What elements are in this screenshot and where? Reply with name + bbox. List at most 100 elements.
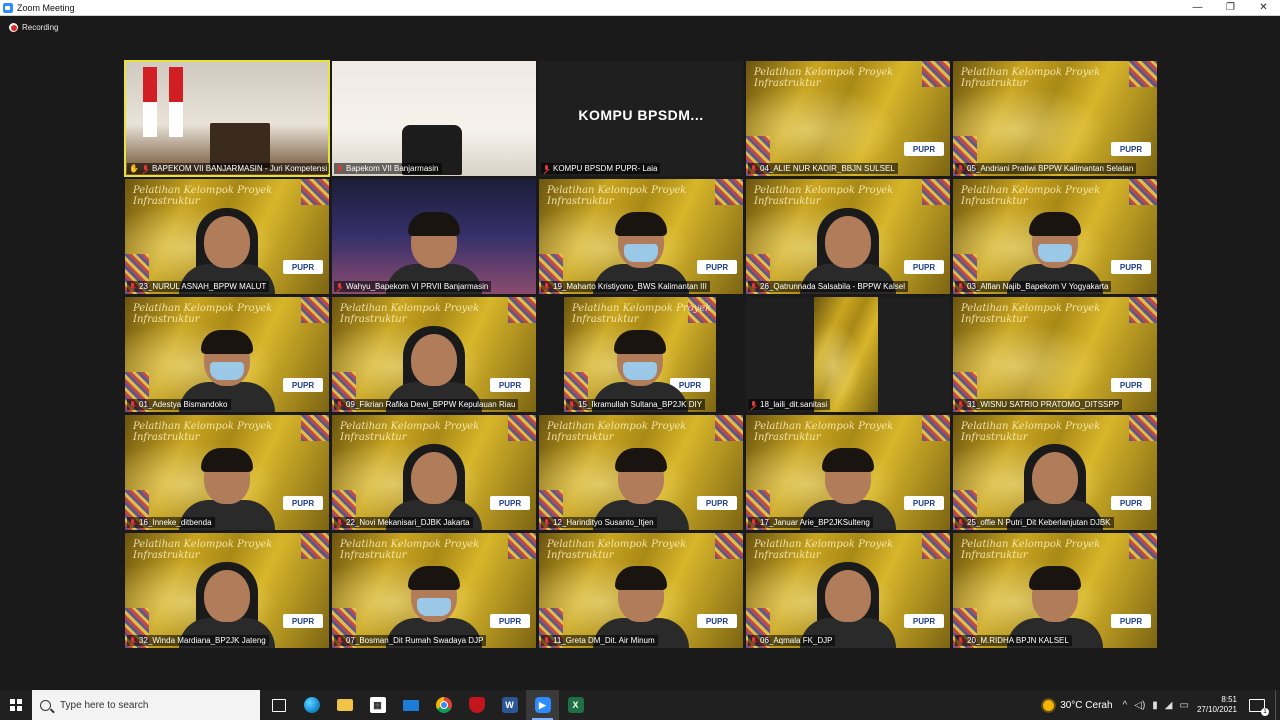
- participant-name-label: 26_Qatrunnada Salsabila - BPPW Kalsel: [748, 281, 908, 292]
- notification-icon[interactable]: 1: [1249, 698, 1269, 716]
- video-tile[interactable]: Pelatihan Kelompok Proyek Infrastruktur P…: [125, 415, 329, 530]
- video-tile[interactable]: Pelatihan Kelompok Proyek Infrastruktur P…: [125, 297, 329, 412]
- taskbar-antivirus[interactable]: [460, 690, 493, 720]
- hair: [1029, 212, 1081, 236]
- video-tile[interactable]: Pelatihan Kelompok Proyek Infrastruktur P…: [332, 415, 536, 530]
- participant-name-label: 15_Ikramullah Sultana_BP2JK DIY: [566, 399, 706, 410]
- slide-script-text: Pelatihan Kelompok Proyek Infrastruktur: [961, 539, 1101, 561]
- participant-name: 09_Fikrian Rafika Dewi_BPPW Kepulauan Ri…: [346, 400, 516, 409]
- taskbar-store[interactable]: ▦: [361, 690, 394, 720]
- clock[interactable]: 8:51 27/10/2021: [1197, 695, 1237, 715]
- flag: [143, 67, 157, 137]
- video-tile[interactable]: Wahyu_Bapekom VI PRVII Banjarmasin: [332, 179, 536, 294]
- participant-head: [408, 566, 460, 622]
- video-tile[interactable]: Pelatihan Kelompok Proyek Infrastruktur P…: [746, 179, 950, 294]
- pupr-logo: PUPR: [1111, 614, 1151, 628]
- video-tile[interactable]: Pelatihan Kelompok Proyek Infrastruktur P…: [746, 415, 950, 530]
- participant-head: [1024, 444, 1086, 516]
- start-button[interactable]: [0, 690, 32, 720]
- video-tile[interactable]: Pelatihan Kelompok Proyek Infrastruktur P…: [539, 533, 743, 648]
- tray-icons: ^ ◁) ▮ ◢ ▭: [1123, 700, 1189, 711]
- participant-name-label: 25_offie N Putri_Dit Keberlanjutan DJBK: [955, 517, 1114, 528]
- participant-name-label: ✋ BAPEKOM VII BANJARMASIN - Juri Kompeten…: [127, 163, 329, 174]
- chevron-up-icon[interactable]: ^: [1123, 700, 1128, 711]
- face-mask: [210, 362, 244, 380]
- participant-name: BAPEKOM VII BANJARMASIN - Juri Kompetens…: [151, 164, 328, 173]
- participant-name-label: 19_Maharto Kristiyono_BWS Kalimantan III: [541, 281, 710, 292]
- muted-microphone-icon: [750, 518, 757, 527]
- speaker-icon[interactable]: ◁): [1134, 700, 1145, 711]
- task-view-button[interactable]: [262, 690, 295, 720]
- video-tile[interactable]: Pelatihan Kelompok Proyek Infrastruktur P…: [125, 533, 329, 648]
- slide-script-text: Pelatihan Kelompok Proyek Infrastruktur: [572, 303, 712, 325]
- slide-script-text: Pelatihan Kelompok Proyek Infrastruktur: [547, 185, 687, 207]
- face-mask: [1038, 244, 1072, 262]
- show-desktop-button[interactable]: [1275, 690, 1280, 720]
- battery-icon[interactable]: ▭: [1180, 700, 1189, 711]
- video-tile[interactable]: Pelatihan Kelompok Proyek Infrastruktur P…: [953, 61, 1157, 176]
- video-tile[interactable]: Pelatihan Kelompok Proyek Infrastruktur P…: [953, 415, 1157, 530]
- folder-icon: [336, 699, 353, 711]
- video-tile[interactable]: Pelatihan Kelompok Proyek Infrastruktur P…: [539, 179, 743, 294]
- muted-microphone-icon: [750, 164, 757, 173]
- microphone-icon[interactable]: ▮: [1152, 700, 1158, 711]
- word-icon: W: [501, 697, 518, 713]
- taskbar-excel[interactable]: X: [559, 690, 592, 720]
- hair: [614, 330, 666, 354]
- pupr-logo: PUPR: [490, 614, 530, 628]
- participant-name: 23_NURUL ASNAH_BPPW MALUT: [139, 282, 267, 291]
- video-tile[interactable]: KOMPU BPSDM... KOMPU BPSDM PUPR- Laia: [539, 61, 743, 176]
- participant-name: Bapekom VII Banjarmasin: [346, 164, 439, 173]
- raised-hand-icon: ✋: [129, 164, 139, 173]
- participant-name: 11_Greta DM_Dit. Air Minum: [553, 636, 655, 645]
- taskbar-file-explorer[interactable]: [328, 690, 361, 720]
- clock-date: 27/10/2021: [1196, 705, 1237, 714]
- video-tile[interactable]: Pelatihan Kelompok Proyek Infrastruktur P…: [564, 297, 716, 412]
- participant-head: [201, 448, 253, 504]
- participant-name-label: 16_Inneke_ditbenda: [127, 517, 215, 528]
- weather-widget[interactable]: 30°C Cerah: [1043, 699, 1113, 711]
- muted-microphone-icon: [750, 636, 757, 645]
- slide-script-text: Pelatihan Kelompok Proyek Infrastruktur: [961, 303, 1101, 325]
- taskbar-search-box[interactable]: Type here to search: [32, 690, 260, 720]
- participant-head: [615, 448, 667, 504]
- video-tile[interactable]: Pelatihan Kelompok Proyek Infrastruktur P…: [746, 61, 950, 176]
- participant-name: 01_Adestya Bismandoko: [139, 400, 228, 409]
- network-icon[interactable]: ◢: [1165, 700, 1173, 711]
- video-tile[interactable]: Pelatihan Kelompok Proyek Infrastruktur P…: [332, 297, 536, 412]
- participant-name: 03_Alfian Najib_Bapekom V Yogyakarta: [967, 282, 1109, 291]
- shared-slide-thumbnail: [814, 297, 878, 412]
- participant-name: 20_M.RIDHA BPJN KALSEL: [967, 636, 1069, 645]
- participant-name: 26_Qatrunnada Salsabila - BPPW Kalsel: [760, 282, 905, 291]
- slide-script-text: Pelatihan Kelompok Proyek Infrastruktur: [133, 421, 273, 443]
- muted-microphone-icon: [336, 164, 343, 173]
- muted-microphone-icon: [129, 400, 136, 409]
- video-tile[interactable]: ✋ BAPEKOM VII BANJARMASIN - Juri Kompeten…: [124, 60, 330, 177]
- slide-script-text: Pelatihan Kelompok Proyek Infrastruktur: [961, 185, 1101, 207]
- taskbar-chrome[interactable]: [427, 690, 460, 720]
- slide-script-text: Pelatihan Kelompok Proyek Infrastruktur: [547, 421, 687, 443]
- participant-name: 18_laili_dit.sanitasi: [760, 400, 828, 409]
- video-tile[interactable]: Bapekom VII Banjarmasin: [332, 61, 536, 176]
- slide-script-text: Pelatihan Kelompok Proyek Infrastruktur: [754, 67, 894, 89]
- video-tile[interactable]: Pelatihan Kelompok Proyek Infrastruktur P…: [953, 297, 1157, 412]
- video-tile[interactable]: 18_laili_dit.sanitasi: [746, 297, 950, 412]
- participant-name-label: Wahyu_Bapekom VI PRVII Banjarmasin: [334, 281, 492, 292]
- video-tile[interactable]: Pelatihan Kelompok Proyek Infrastruktur P…: [746, 533, 950, 648]
- search-placeholder: Type here to search: [60, 699, 149, 711]
- video-tile[interactable]: Pelatihan Kelompok Proyek Infrastruktur P…: [332, 533, 536, 648]
- video-tile[interactable]: Pelatihan Kelompok Proyek Infrastruktur P…: [125, 179, 329, 294]
- video-tile[interactable]: Pelatihan Kelompok Proyek Infrastruktur P…: [953, 533, 1157, 648]
- slide-script-text: Pelatihan Kelompok Proyek Infrastruktur: [340, 539, 480, 561]
- taskbar-word[interactable]: W: [493, 690, 526, 720]
- pupr-logo: PUPR: [490, 378, 530, 392]
- taskbar-apps: ▦ W ▶ X: [262, 690, 592, 720]
- video-tile[interactable]: Pelatihan Kelompok Proyek Infrastruktur P…: [539, 415, 743, 530]
- pupr-logo: PUPR: [904, 142, 944, 156]
- participant-name-label: 32_Winda Mardiana_BP2JK Jateng: [127, 635, 269, 646]
- video-tile[interactable]: Pelatihan Kelompok Proyek Infrastruktur P…: [953, 179, 1157, 294]
- taskbar-zoom[interactable]: ▶: [526, 690, 559, 720]
- taskbar-mail[interactable]: [394, 690, 427, 720]
- pupr-logo: PUPR: [283, 260, 323, 274]
- taskbar-edge[interactable]: [295, 690, 328, 720]
